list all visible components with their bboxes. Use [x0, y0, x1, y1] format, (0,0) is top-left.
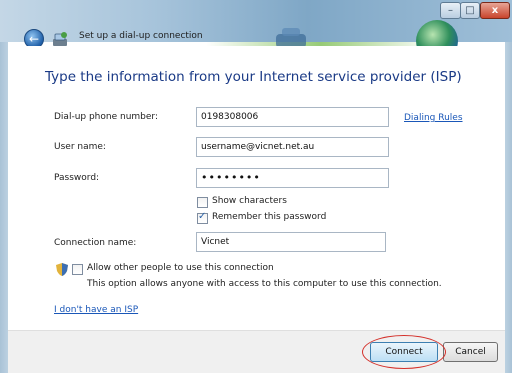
window-title: Set up a dial-up connection: [79, 31, 203, 41]
close-icon: x: [491, 5, 499, 16]
close-button[interactable]: x: [480, 2, 510, 19]
phone-number-field[interactable]: 0198308006: [196, 107, 389, 127]
remember-password-label: Remember this password: [212, 212, 327, 222]
cancel-button[interactable]: Cancel: [443, 342, 498, 362]
page-heading: Type the information from your Internet …: [45, 69, 462, 85]
show-characters-label: Show characters: [212, 196, 287, 206]
connect-highlight-ring: [362, 335, 446, 369]
username-label: User name:: [54, 142, 106, 152]
connection-name-field[interactable]: Vicnet: [196, 232, 386, 252]
dialup-wizard-window: – □ x ← Set up a dial-up connection Type…: [0, 0, 512, 373]
window-frame-left: [0, 42, 8, 373]
phone-label: Dial-up phone number:: [54, 112, 158, 122]
username-field[interactable]: username@vicnet.net.au: [196, 137, 389, 157]
minimize-button[interactable]: –: [440, 2, 461, 19]
maximize-icon: □: [465, 5, 475, 16]
allow-others-checkbox[interactable]: [72, 264, 83, 275]
allow-others-description: This option allows anyone with access to…: [87, 279, 442, 289]
connection-name-label: Connection name:: [54, 238, 137, 248]
remember-password-checkbox[interactable]: ✓: [197, 211, 208, 224]
show-characters-checkbox[interactable]: [197, 197, 208, 208]
password-field[interactable]: ••••••••: [196, 168, 389, 188]
window-frame-right: [505, 42, 512, 373]
minimize-icon: –: [448, 5, 453, 16]
checkmark-icon: ✓: [198, 211, 207, 222]
no-isp-link[interactable]: I don't have an ISP: [54, 305, 138, 315]
maximize-button[interactable]: □: [460, 2, 480, 19]
title-bar: – □ x ← Set up a dial-up connection: [0, 0, 512, 62]
uac-shield-icon: [56, 263, 68, 276]
dialing-rules-link[interactable]: Dialing Rules: [404, 113, 463, 123]
allow-others-label: Allow other people to use this connectio…: [87, 263, 274, 273]
password-label: Password:: [54, 173, 100, 183]
